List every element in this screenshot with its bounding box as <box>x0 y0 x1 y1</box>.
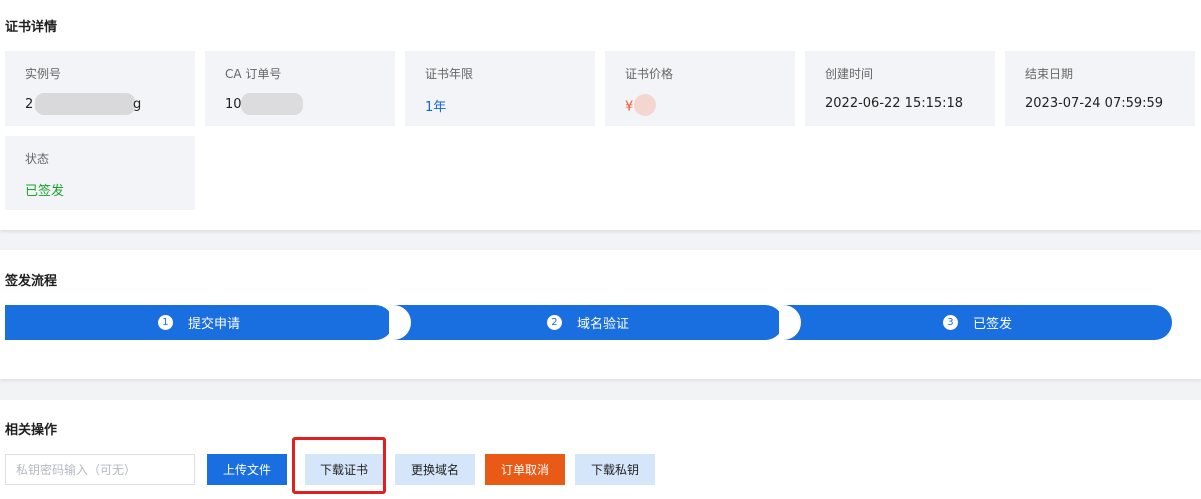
ca-order-card: CA 订单号 10 <box>205 51 395 126</box>
step-number: 2 <box>546 315 562 330</box>
cancel-order-button[interactable]: 订单取消 <box>485 454 565 485</box>
step-number: 1 <box>157 315 173 330</box>
cert-years-value: 1年 <box>425 100 447 115</box>
actions-title: 相关操作 <box>5 423 58 438</box>
highlight-box <box>292 437 386 494</box>
step-notch <box>389 305 411 340</box>
cert-years-label: 证书年限 <box>425 67 474 81</box>
end-date-card: 结束日期 2023-07-24 07:59:59 <box>1005 51 1195 126</box>
download-private-key-button[interactable]: 下载私钥 <box>575 454 655 485</box>
issue-flow-title: 签发流程 <box>5 274 58 289</box>
instance-id-label: 实例号 <box>25 67 62 81</box>
instance-id-card: 实例号 2 g <box>5 51 195 126</box>
step-label: 提交申请 <box>187 317 240 332</box>
cert-price-label: 证书价格 <box>625 67 674 81</box>
price-currency: ¥ <box>625 99 634 115</box>
instance-id-value: 2 g <box>25 93 141 122</box>
step-issued: 3 已签发 <box>779 305 1172 340</box>
end-date-value: 2023-07-24 07:59:59 <box>1025 96 1164 111</box>
cert-price-value: ¥ <box>625 94 657 118</box>
actions-section: 相关操作 上传文件 下载证书 更换域名 订单取消 下载私钥 <box>0 400 1201 499</box>
cert-price-card: 证书价格 ¥ <box>605 51 795 126</box>
issue-flow-section: 签发流程 1 提交申请 2 域名验证 3 已签发 <box>0 250 1201 379</box>
status-value: 已签发 <box>25 184 65 199</box>
step-submit-application: 1 提交申请 <box>5 305 393 340</box>
change-domain-button[interactable]: 更换域名 <box>395 454 475 485</box>
cert-details-title: 证书详情 <box>5 20 58 35</box>
created-time-value: 2022-06-22 15:15:18 <box>825 96 964 111</box>
upload-file-button[interactable]: 上传文件 <box>207 454 287 485</box>
cert-years-card: 证书年限 1年 <box>405 51 595 126</box>
step-notch <box>779 305 801 340</box>
created-time-label: 创建时间 <box>825 67 874 81</box>
step-number: 3 <box>942 315 958 330</box>
created-time-card: 创建时间 2022-06-22 15:15:18 <box>805 51 995 126</box>
step-label: 域名验证 <box>576 317 629 332</box>
cert-details-section: 证书详情 实例号 2 g CA 订单号 10 证书年限 1年 证书价格 ¥ 创建… <box>0 0 1201 230</box>
ca-order-value: 10 <box>225 93 305 122</box>
status-card: 状态 已签发 <box>5 136 195 210</box>
step-label: 已签发 <box>972 317 1012 332</box>
private-key-password-input[interactable] <box>5 454 195 485</box>
issue-flow-steps: 1 提交申请 2 域名验证 3 已签发 <box>5 305 1175 340</box>
status-label: 状态 <box>25 152 50 166</box>
end-date-label: 结束日期 <box>1025 67 1074 81</box>
step-domain-verification: 2 域名验证 <box>389 305 783 340</box>
ca-order-label: CA 订单号 <box>225 67 282 81</box>
